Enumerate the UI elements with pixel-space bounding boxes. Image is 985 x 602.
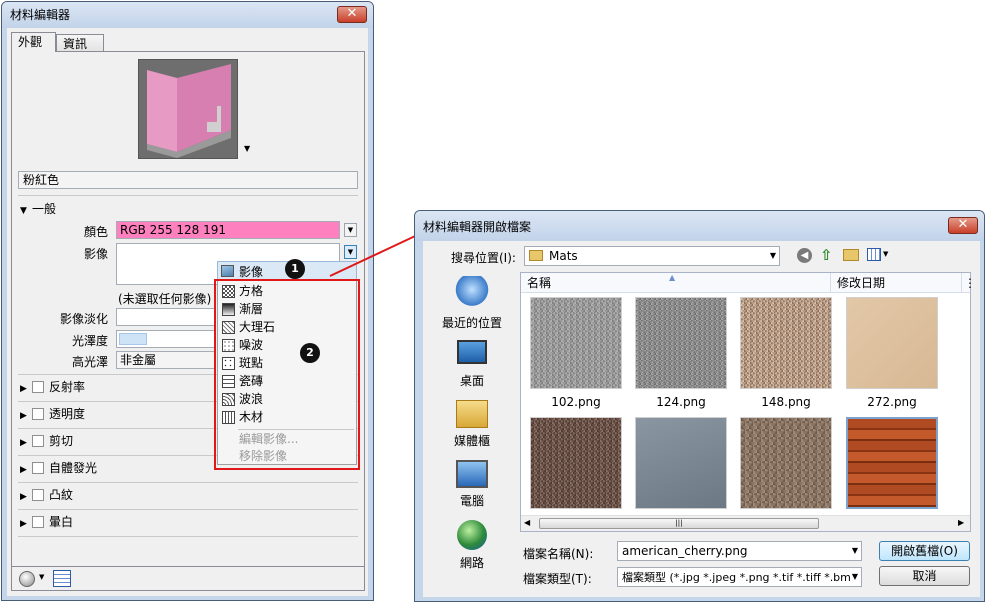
thumb-272[interactable] bbox=[846, 297, 938, 389]
look-in-label: 搜尋位置(I): bbox=[451, 251, 516, 265]
column-date-label: 修改日期 bbox=[837, 276, 886, 290]
place-computer[interactable]: 電腦 bbox=[427, 460, 517, 509]
place-libraries[interactable]: 媒體櫃 bbox=[427, 400, 517, 449]
place-desktop[interactable]: 桌面 bbox=[427, 340, 517, 389]
thumb-102[interactable] bbox=[530, 297, 622, 389]
close-icon[interactable]: ✕ bbox=[958, 217, 969, 232]
chevron-down-icon: ▼ bbox=[851, 546, 858, 555]
thumb-stone[interactable] bbox=[740, 417, 832, 509]
file-type-label: 檔案類型(T): bbox=[523, 572, 592, 586]
open-dialog-titlebar: 材料編輯器開啟檔案 ✕ bbox=[415, 211, 984, 241]
look-in-select[interactable]: Mats ▼ bbox=[524, 246, 780, 266]
place-label: 電腦 bbox=[459, 494, 484, 508]
dialog-title: 材料編輯器開啟檔案 bbox=[423, 220, 532, 234]
view-menu-icon[interactable] bbox=[867, 248, 881, 261]
file-name-label: 檔案名稱(N): bbox=[523, 547, 594, 561]
scrollbar-thumb[interactable]: ||| bbox=[539, 518, 819, 529]
chevron-down-icon: ▼ bbox=[849, 568, 858, 586]
thumb-124[interactable] bbox=[635, 297, 727, 389]
place-label: 網路 bbox=[459, 556, 484, 570]
recent-places-icon bbox=[455, 276, 489, 310]
scroll-left-icon[interactable]: ◀ bbox=[524, 518, 530, 527]
file-type-select[interactable]: 檔案類型 (*.jpg *.jpeg *.png *.tif *.tiff *.… bbox=[617, 567, 862, 587]
file-list-view: 名稱 ▲ 修改日期 ⋮ 102.png 124.png 148.png 272.p… bbox=[520, 272, 976, 532]
place-label: 媒體櫃 bbox=[453, 434, 490, 448]
file-name-272[interactable]: 272.png bbox=[840, 395, 944, 409]
libraries-icon bbox=[456, 400, 488, 428]
tab-appearance[interactable]: 外觀 bbox=[11, 32, 56, 52]
file-name-148[interactable]: 148.png bbox=[734, 395, 838, 409]
file-name-124[interactable]: 124.png bbox=[629, 395, 733, 409]
chevron-down-icon: ▼ bbox=[769, 251, 776, 260]
open-button[interactable]: 開啟舊檔(O) bbox=[879, 541, 970, 561]
horizontal-scrollbar[interactable]: ◀ ||| ▶ bbox=[521, 515, 970, 531]
file-type-value: 檔案類型 (*.jpg *.jpeg *.png *.tif *.tiff *.… bbox=[622, 571, 858, 584]
dialog-close-button[interactable]: ✕ bbox=[948, 217, 978, 234]
place-label: 桌面 bbox=[459, 374, 484, 388]
column-more[interactable]: ⋮ bbox=[962, 273, 976, 293]
file-name-input[interactable]: american_cherry.png ▼ bbox=[617, 541, 862, 561]
column-date[interactable]: 修改日期 bbox=[831, 273, 962, 293]
folder-icon bbox=[529, 250, 543, 261]
thumb-american-cherry[interactable] bbox=[846, 417, 938, 509]
view-menu-dropdown-icon[interactable]: ▼ bbox=[883, 250, 888, 258]
column-name[interactable]: 名稱 ▲ bbox=[521, 273, 831, 293]
look-in-value: Mats bbox=[549, 249, 578, 263]
back-icon[interactable]: ◀ bbox=[797, 248, 812, 263]
file-name-value: american_cherry.png bbox=[622, 544, 748, 558]
thumb-granite[interactable] bbox=[530, 417, 622, 509]
place-network[interactable]: 網路 bbox=[427, 520, 517, 571]
sort-up-icon: ▲ bbox=[669, 273, 676, 282]
new-folder-icon[interactable] bbox=[843, 249, 859, 261]
file-name-102[interactable]: 102.png bbox=[524, 395, 628, 409]
place-label: 最近的位置 bbox=[441, 316, 502, 330]
place-recent[interactable]: 最近的位置 bbox=[427, 276, 517, 331]
thumb-slate[interactable] bbox=[635, 417, 727, 509]
desktop-icon bbox=[457, 340, 487, 364]
network-icon bbox=[457, 520, 487, 550]
scroll-right-icon[interactable]: ▶ bbox=[958, 518, 964, 527]
up-folder-icon[interactable]: ⇧ bbox=[820, 246, 833, 264]
cancel-button[interactable]: 取消 bbox=[879, 566, 970, 586]
column-name-label: 名稱 bbox=[527, 276, 552, 290]
thumb-148[interactable] bbox=[740, 297, 832, 389]
computer-icon bbox=[456, 460, 488, 488]
places-bar: 最近的位置 桌面 媒體櫃 電腦 網路 bbox=[427, 270, 517, 582]
